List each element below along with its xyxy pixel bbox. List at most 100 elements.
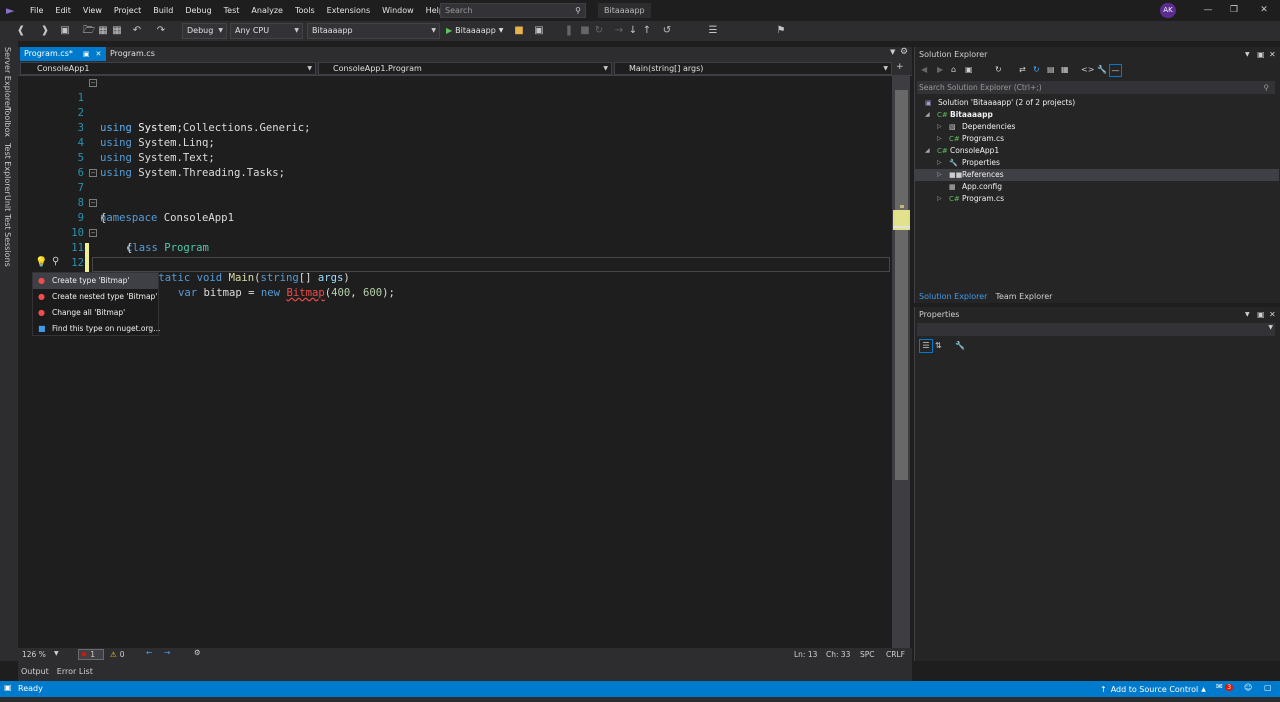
tab-output[interactable]: Output	[21, 667, 49, 676]
tree-references[interactable]: ▷ ■■ References	[915, 169, 1279, 181]
properties-object-select[interactable]: ▼	[917, 323, 1275, 336]
pin-icon[interactable]: ▣	[83, 47, 90, 61]
tree-program-cs-1[interactable]: ▷ C# Program.cs	[915, 133, 1279, 145]
close-icon[interactable]: ✕	[1269, 48, 1276, 62]
tree-dependencies[interactable]: ▷ ▧ Dependencies	[915, 121, 1279, 133]
hot-reload-icon[interactable]: ↺	[660, 24, 674, 38]
chevron-down-icon[interactable]: ▼	[1245, 308, 1250, 322]
restart-icon[interactable]: ↻	[592, 24, 606, 38]
search-input[interactable]: Search ⚲	[440, 3, 586, 18]
member-dropdown[interactable]: Main(string[] args) ▼	[614, 62, 892, 75]
menu-window[interactable]: Window	[376, 0, 420, 21]
fold-collapse-icon[interactable]: −	[89, 199, 97, 207]
search-icon[interactable]: ⚲	[1264, 81, 1270, 94]
start-debugging-button[interactable]: ▶ Bitaaaapp ▼	[446, 23, 503, 39]
close-icon[interactable]: ✕	[96, 47, 102, 61]
tree-project-bitaaaapp[interactable]: ◢ C# Bitaaaapp	[915, 109, 1279, 121]
quick-action-create-nested-type[interactable]: ● Create nested type 'Bitmap'	[33, 289, 158, 305]
menu-debug[interactable]: Debug	[179, 0, 217, 21]
home-icon[interactable]: ⌂	[951, 65, 956, 74]
scrollbar-thumb[interactable]	[895, 90, 908, 480]
screenshot-icon[interactable]: ▣	[532, 24, 546, 38]
notifications-button[interactable]: ✉ 3	[1216, 682, 1234, 691]
step-over-icon[interactable]: →	[612, 24, 626, 38]
categorized-icon[interactable]: ☰	[919, 339, 933, 353]
tab-test-explorer[interactable]: Test Explorer	[3, 143, 12, 195]
property-pages-icon[interactable]: 🔧	[955, 341, 965, 350]
new-project-icon[interactable]: ▣	[58, 24, 72, 38]
search-icon[interactable]: ⚲	[52, 256, 59, 267]
tab-error-list[interactable]: Error List	[57, 667, 93, 676]
tree-program-cs-2[interactable]: ▷ C# Program.cs	[915, 193, 1279, 205]
startup-project-select[interactable]: Bitaaaapp ▼	[307, 23, 440, 39]
stop-icon[interactable]: ■	[578, 24, 592, 38]
zoom-level[interactable]: 126 %	[22, 650, 46, 659]
open-folder-icon[interactable]: 🗁	[82, 24, 96, 38]
lightbulb-icon[interactable]: 💡	[35, 257, 47, 269]
type-dropdown[interactable]: ConsoleApp1.Program ▼	[318, 62, 612, 75]
save-icon[interactable]: ▦	[96, 24, 110, 38]
step-out-icon[interactable]: ↑	[640, 24, 654, 38]
restore-icon[interactable]: ❐	[1220, 0, 1248, 21]
chevron-down-icon[interactable]: ▼	[1245, 48, 1250, 62]
split-editor-icon[interactable]: +	[896, 62, 904, 72]
settings-icon[interactable]: ⚙	[900, 47, 908, 57]
error-count[interactable]: ✖ 1	[78, 649, 105, 660]
tab-overflow-icon[interactable]: ▼	[890, 48, 895, 56]
tab-solution-explorer[interactable]: Solution Explorer	[915, 292, 991, 301]
minimize-icon[interactable]: —	[1194, 0, 1222, 21]
pending-changes-icon[interactable]: ↻	[995, 65, 1002, 74]
search-icon[interactable]: ⚲	[575, 4, 581, 17]
tree-app-config[interactable]: ▦ App.config	[915, 181, 1279, 193]
menu-project[interactable]: Project	[108, 0, 147, 21]
fold-collapse-icon[interactable]: −	[89, 229, 97, 237]
bookmark-icon[interactable]: ⚑	[774, 24, 788, 38]
menu-tools[interactable]: Tools	[289, 0, 321, 21]
collapsed-arrow-icon[interactable]: ▷	[937, 169, 942, 181]
tree-project-consoleapp1[interactable]: ◢ C# ConsoleApp1	[915, 145, 1279, 157]
collapse-all-icon[interactable]: ▤	[1047, 65, 1055, 74]
refresh-icon[interactable]: ↻	[1033, 65, 1040, 74]
menu-edit[interactable]: Edit	[49, 0, 77, 21]
pin-icon[interactable]: ▣	[1257, 308, 1265, 322]
avatar[interactable]: AK	[1160, 3, 1176, 18]
add-to-source-control-button[interactable]: ↑ Add to Source Control ▲	[1100, 682, 1206, 696]
platform-select[interactable]: Any CPU ▼	[230, 23, 303, 39]
previous-issue-icon[interactable]: ←	[146, 648, 152, 657]
pause-icon[interactable]: ❚	[562, 24, 576, 38]
alphabetical-icon[interactable]: ⇅	[935, 341, 942, 350]
code-editor[interactable]: 1 − using System; 2 using System.Collect…	[36, 76, 892, 648]
sync-icon[interactable]: ⇄	[1019, 65, 1026, 74]
project-dropdown[interactable]: ConsoleApp1 ▼	[20, 62, 316, 75]
tree-properties[interactable]: ▷ 🔧 Properties	[915, 157, 1279, 169]
fold-collapse-icon[interactable]: −	[89, 79, 97, 87]
tab-program-cs[interactable]: Program.cs	[108, 47, 155, 61]
preview-icon[interactable]: —	[1109, 64, 1122, 77]
back-icon[interactable]: ❰	[14, 24, 28, 38]
collapsed-arrow-icon[interactable]: ▷	[937, 157, 942, 169]
tab-unit-test-sessions[interactable]: Unit Test Sessions	[3, 195, 12, 267]
properties-wrench-icon[interactable]: 🔧	[1097, 65, 1107, 74]
forward-icon[interactable]: ❱	[38, 24, 52, 38]
menu-analyze[interactable]: Analyze	[245, 0, 289, 21]
tab-team-explorer[interactable]: Team Explorer	[991, 292, 1056, 301]
menu-extensions[interactable]: Extensions	[321, 0, 376, 21]
code-view-icon[interactable]: <>	[1081, 65, 1094, 74]
tab-program-cs-modified[interactable]: Program.cs* ▣ ✕	[20, 47, 106, 61]
expanded-arrow-icon[interactable]: ◢	[925, 109, 930, 121]
menu-test[interactable]: Test	[218, 0, 246, 21]
collapsed-arrow-icon[interactable]: ▷	[937, 121, 942, 133]
back-icon[interactable]: ◀	[921, 65, 927, 74]
fold-collapse-icon[interactable]: −	[89, 169, 97, 177]
warning-count[interactable]: ⚠ 0	[110, 649, 125, 660]
menu-view[interactable]: View	[77, 0, 108, 21]
quick-action-change-all[interactable]: ● Change all 'Bitmap'	[33, 305, 158, 321]
error-squiggle-type[interactable]: Bitmap	[286, 287, 324, 299]
collapsed-arrow-icon[interactable]: ▷	[937, 133, 942, 145]
show-all-files-icon[interactable]: ▦	[1061, 65, 1069, 74]
tab-toolbox[interactable]: Toolbox	[3, 107, 12, 137]
solution-explorer-search-input[interactable]: Search Solution Explorer (Ctrl+;) ⚲	[917, 81, 1275, 94]
configuration-select[interactable]: Debug ▼	[182, 23, 227, 39]
feedback-icon[interactable]: ☺	[1244, 683, 1252, 692]
next-issue-icon[interactable]: →	[164, 648, 170, 657]
